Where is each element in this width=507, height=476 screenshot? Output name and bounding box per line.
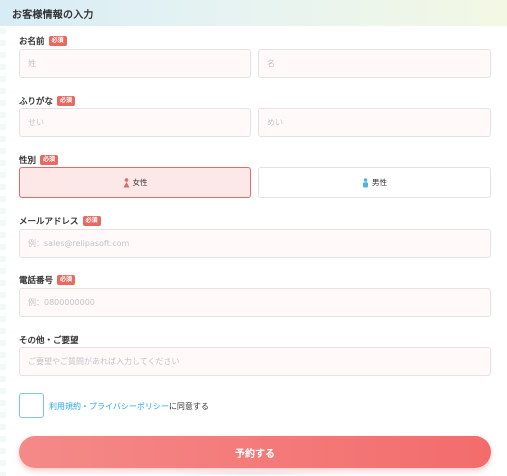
gender-label-text: 性別 bbox=[19, 156, 37, 166]
required-badge: 必須 bbox=[82, 216, 101, 226]
reservation-form-page: お客様情報の入力 お名前 必須 姓 名 ふりがな 必須 せい めい 性別 必須 … bbox=[0, 0, 507, 476]
email-placeholder: 例：sales@relipasoft.com bbox=[28, 239, 130, 248]
reserve-submit-button[interactable]: 予約する bbox=[19, 436, 491, 468]
last-name-placeholder: 姓 bbox=[28, 59, 36, 68]
female-option-label: 女性 bbox=[132, 178, 148, 187]
terms-privacy-link[interactable]: 利用規約・プライバシーポリシー bbox=[49, 402, 169, 411]
gender-option-male[interactable]: 男性 bbox=[258, 167, 491, 198]
email-input[interactable]: 例：sales@relipasoft.com bbox=[19, 229, 491, 258]
first-name-input[interactable]: 名 bbox=[258, 49, 491, 78]
decorative-bottom-shadow bbox=[150, 470, 350, 476]
phone-field-label: 電話番号 必須 bbox=[19, 274, 76, 286]
male-option-label: 男性 bbox=[372, 178, 387, 187]
other-field-label: その他・ご要望 bbox=[19, 334, 79, 346]
phone-placeholder: 例：0800000000 bbox=[28, 298, 95, 307]
decorative-side-strip bbox=[0, 28, 6, 476]
agreement-checkbox[interactable] bbox=[19, 393, 44, 418]
required-badge: 必須 bbox=[40, 155, 59, 165]
required-badge: 必須 bbox=[57, 96, 76, 106]
phone-label-text: 電話番号 bbox=[19, 276, 54, 286]
first-name-kana-input[interactable]: めい bbox=[258, 108, 491, 137]
agreement-text: 利用規約・プライバシーポリシーに同意する bbox=[49, 401, 209, 412]
section-header: お客様情報の入力 bbox=[0, 0, 507, 26]
other-label-text: その他・ご要望 bbox=[19, 336, 79, 346]
last-name-kana-input[interactable]: せい bbox=[19, 108, 251, 137]
last-name-input[interactable]: 姓 bbox=[19, 49, 251, 78]
kana-field-label: ふりがな 必須 bbox=[19, 95, 76, 107]
name-field-label: お名前 必須 bbox=[19, 35, 67, 47]
email-label-text: メールアドレス bbox=[19, 217, 79, 227]
required-badge: 必須 bbox=[48, 36, 67, 46]
first-name-placeholder: 名 bbox=[267, 59, 275, 68]
female-icon bbox=[123, 177, 130, 188]
requests-placeholder: ご要望やご質問があれば入力してください bbox=[28, 357, 180, 366]
gender-option-female[interactable]: 女性 bbox=[19, 167, 251, 198]
section-title: お客様情報の入力 bbox=[12, 10, 94, 21]
phone-input[interactable]: 例：0800000000 bbox=[19, 288, 491, 317]
name-label-text: お名前 bbox=[19, 37, 45, 47]
required-badge: 必須 bbox=[57, 275, 76, 285]
requests-textarea[interactable]: ご要望やご質問があれば入力してください bbox=[19, 347, 491, 376]
gender-field-label: 性別 必須 bbox=[19, 154, 59, 166]
email-field-label: メールアドレス 必須 bbox=[19, 215, 101, 227]
male-icon bbox=[362, 177, 369, 188]
kana-label-text: ふりがな bbox=[19, 97, 54, 107]
first-name-kana-placeholder: めい bbox=[267, 118, 283, 127]
agreement-suffix: に同意する bbox=[168, 402, 209, 411]
last-name-kana-placeholder: せい bbox=[28, 118, 44, 127]
